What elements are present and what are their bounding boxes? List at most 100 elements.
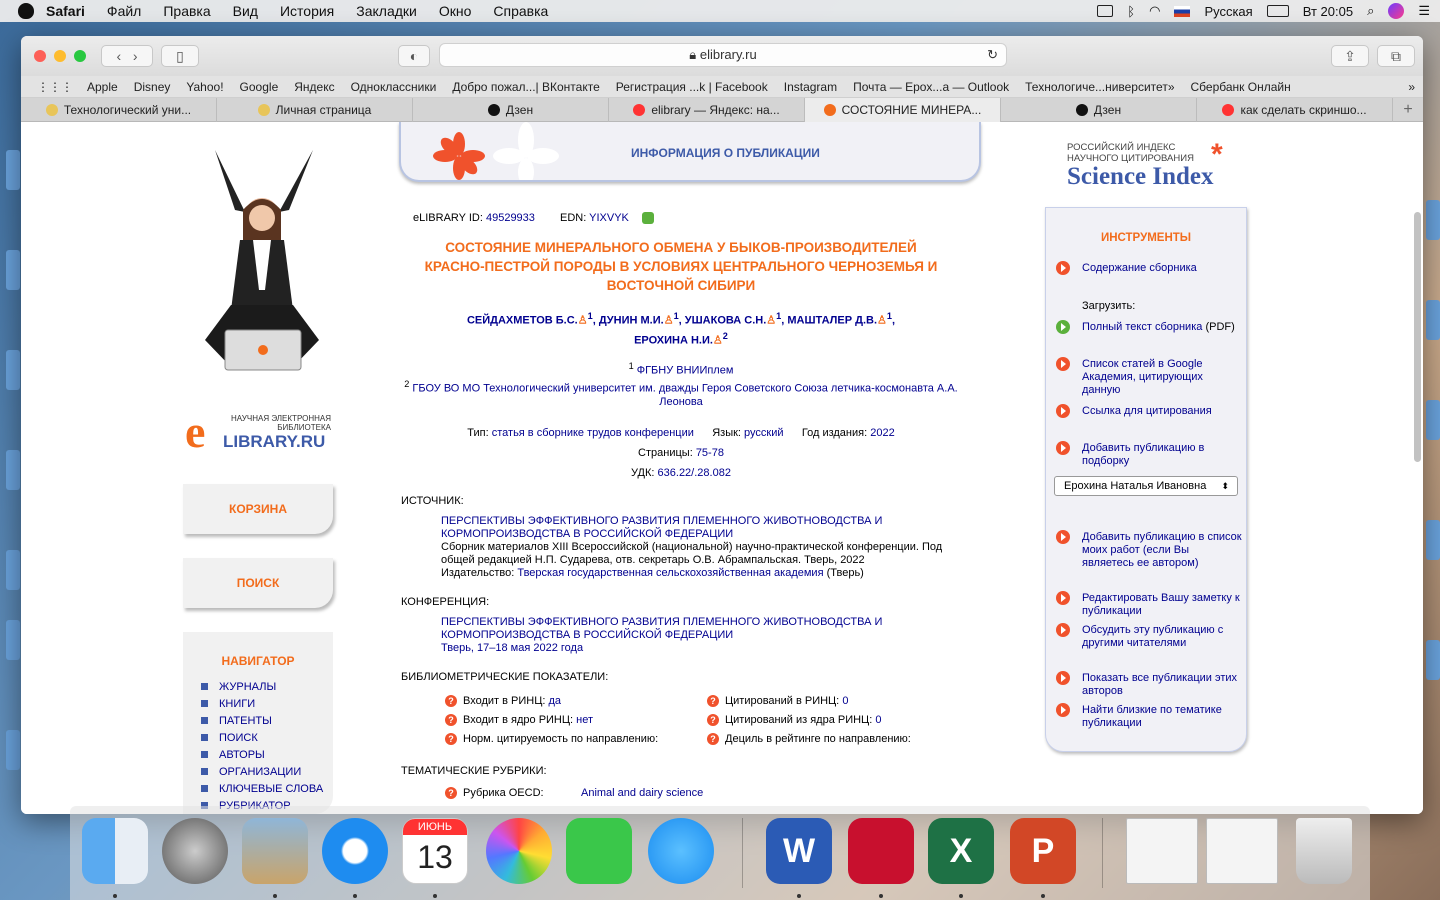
grid-icon[interactable]: ⋮⋮⋮ bbox=[37, 80, 73, 94]
desktop-file-icon[interactable] bbox=[6, 350, 20, 390]
menu-app-name[interactable]: Safari bbox=[46, 3, 85, 19]
bookmark-apple[interactable]: Apple bbox=[87, 80, 118, 94]
airplay-icon[interactable] bbox=[1097, 5, 1114, 17]
preview-eagle-icon[interactable] bbox=[242, 818, 308, 884]
nav-item-authors[interactable]: АВТОРЫ bbox=[201, 746, 333, 763]
desktop-file-icon[interactable] bbox=[6, 450, 20, 490]
battery-icon[interactable] bbox=[1266, 5, 1289, 17]
nav-item-journals[interactable]: ЖУРНАЛЫ bbox=[201, 678, 333, 695]
safari-compass-icon[interactable] bbox=[322, 818, 388, 884]
finder-icon[interactable] bbox=[82, 818, 148, 884]
acrobat-pdf-icon[interactable] bbox=[848, 818, 914, 884]
minimized-document-thumbnail[interactable] bbox=[1206, 818, 1278, 884]
tool-google-scholar[interactable]: Список статей в Google Академия, цитирую… bbox=[1056, 357, 1242, 397]
affiliation-2[interactable]: ГБОУ ВО МО Технологический университет и… bbox=[412, 383, 957, 408]
bookmark-outlook[interactable]: Почта — Epox...а — Outlook bbox=[853, 80, 1009, 94]
menu-history[interactable]: История bbox=[280, 3, 334, 19]
author-dunin[interactable]: ДУНИН М.И. bbox=[599, 315, 664, 327]
share-button[interactable]: ⇪ bbox=[1331, 45, 1369, 67]
desktop-file-icon[interactable] bbox=[1426, 640, 1440, 680]
bookmark-facebook[interactable]: Регистрация ...k | Facebook bbox=[616, 80, 768, 94]
minimized-document-thumbnail[interactable] bbox=[1126, 818, 1198, 884]
tab-university[interactable]: Технологический уни... bbox=[21, 98, 217, 122]
author-ushakova[interactable]: УШАКОВА С.Н. bbox=[685, 315, 767, 327]
bookmark-google[interactable]: Google bbox=[240, 80, 279, 94]
photos-icon[interactable] bbox=[486, 818, 552, 884]
author-erokhina[interactable]: ЕРОХИНА Н.И. bbox=[634, 334, 713, 346]
author-mashtaler[interactable]: МАШТАЛЕР Д.В. bbox=[787, 315, 877, 327]
clock[interactable]: Вт 20:05 bbox=[1303, 4, 1353, 19]
menu-window[interactable]: Окно bbox=[439, 3, 472, 19]
address-text[interactable]: elibrary.ru bbox=[700, 47, 757, 62]
help-icon[interactable]: ? bbox=[445, 694, 457, 707]
tool-citation-link[interactable]: Ссылка для цитирования bbox=[1056, 404, 1242, 418]
messages-icon[interactable] bbox=[648, 818, 714, 884]
tab-elibrary-active[interactable]: СОСТОЯНИЕ МИНЕРА... bbox=[805, 98, 1001, 122]
tab-dzen[interactable]: Дзен bbox=[413, 98, 609, 122]
menu-view[interactable]: Вид bbox=[233, 3, 258, 19]
desktop-file-icon[interactable] bbox=[1426, 400, 1440, 440]
cart-button[interactable]: КОРЗИНА bbox=[183, 484, 333, 534]
bookmark-sberbank[interactable]: Сбербанк Онлайн bbox=[1191, 80, 1291, 94]
tab-personal-page[interactable]: Личная страница bbox=[217, 98, 413, 122]
search-button[interactable]: ПОИСК bbox=[183, 558, 333, 608]
desktop-file-icon[interactable] bbox=[6, 150, 20, 190]
tool-collection-contents[interactable]: Содержание сборника bbox=[1056, 261, 1242, 275]
year-value[interactable]: 2022 bbox=[870, 427, 894, 439]
menu-edit[interactable]: Правка bbox=[163, 3, 210, 19]
type-value[interactable]: статья в сборнике трудов конференции bbox=[492, 427, 694, 439]
tool-full-text-pdf[interactable]: Полный текст сборника (PDF) bbox=[1056, 320, 1242, 334]
desktop-file-icon[interactable] bbox=[1426, 200, 1440, 240]
word-icon[interactable]: W bbox=[766, 818, 832, 884]
bookmark-disney[interactable]: Disney bbox=[134, 80, 171, 94]
nav-item-patents[interactable]: ПАТЕНТЫ bbox=[201, 712, 333, 729]
help-icon[interactable]: ? bbox=[445, 786, 457, 799]
privacy-report-button[interactable]: ◐ bbox=[398, 45, 430, 67]
menu-file[interactable]: Файл bbox=[107, 3, 141, 19]
desktop-file-icon[interactable] bbox=[6, 620, 20, 660]
back-icon[interactable]: ‹ bbox=[116, 48, 121, 64]
back-forward-buttons[interactable]: ‹ › bbox=[101, 45, 153, 67]
excel-icon[interactable]: X bbox=[928, 818, 994, 884]
siri-icon[interactable] bbox=[1388, 3, 1405, 19]
edn-value[interactable]: YIXVYK bbox=[589, 212, 629, 224]
sidebar-toggle-button[interactable]: ▯ bbox=[161, 45, 199, 67]
nav-item-search[interactable]: ПОИСК bbox=[201, 729, 333, 746]
facetime-icon[interactable] bbox=[566, 818, 632, 884]
tab-overview-button[interactable]: ⧉ bbox=[1377, 45, 1415, 67]
desktop-file-icon[interactable] bbox=[6, 250, 20, 290]
reload-icon[interactable]: ↻ bbox=[987, 44, 998, 66]
tab-screenshot-search[interactable]: как сделать скриншо... bbox=[1197, 98, 1393, 122]
tool-all-author-publications[interactable]: Показать все публикации этих авторов bbox=[1056, 671, 1242, 698]
zoom-window-icon[interactable] bbox=[74, 50, 86, 62]
language-value[interactable]: русский bbox=[744, 427, 783, 439]
bookmark-odnoklassniki[interactable]: Одноклассники bbox=[351, 80, 437, 94]
calendar-icon[interactable]: ИЮНЬ 13 bbox=[402, 818, 468, 884]
menu-bookmarks[interactable]: Закладки bbox=[356, 3, 417, 19]
wifi-icon[interactable]: ◠ bbox=[1149, 3, 1160, 19]
desktop-file-icon[interactable] bbox=[6, 730, 20, 770]
affiliation-1[interactable]: ФГБНУ ВНИИплем bbox=[637, 365, 734, 377]
bluetooth-icon[interactable]: ᛒ bbox=[1127, 4, 1135, 19]
desktop-file-icon[interactable] bbox=[1426, 300, 1440, 340]
forward-icon[interactable]: › bbox=[133, 48, 138, 64]
help-icon[interactable]: ? bbox=[445, 713, 457, 726]
source-title-link[interactable]: ПЕРСПЕКТИВЫ ЭФФЕКТИВНОГО РАЗВИТИЯ ПЛЕМЕН… bbox=[441, 515, 882, 540]
menu-help[interactable]: Справка bbox=[493, 3, 548, 19]
tab-dzen-2[interactable]: Дзен bbox=[1001, 98, 1197, 122]
publisher-link[interactable]: Тверская государственная сельскохозяйств… bbox=[517, 567, 823, 579]
minimize-window-icon[interactable] bbox=[54, 50, 66, 62]
help-icon[interactable]: ? bbox=[707, 694, 719, 707]
russian-flag-icon[interactable] bbox=[1174, 5, 1191, 17]
more-bookmarks-icon[interactable]: » bbox=[1408, 80, 1415, 94]
bookmark-university[interactable]: Технологиче...ниверситет» bbox=[1025, 80, 1174, 94]
spotlight-search-icon[interactable]: ⌕ bbox=[1367, 3, 1374, 19]
desktop-file-icon[interactable] bbox=[1426, 520, 1440, 560]
vertical-scrollbar[interactable] bbox=[1414, 212, 1421, 462]
nav-item-books[interactable]: КНИГИ bbox=[201, 695, 333, 712]
desktop-file-icon[interactable] bbox=[6, 550, 20, 590]
tool-similar-publications[interactable]: Найти близкие по тематике публикации bbox=[1056, 703, 1242, 730]
tool-add-to-my-works[interactable]: Добавить публикацию в список моих работ … bbox=[1056, 530, 1242, 570]
powerpoint-icon[interactable]: P bbox=[1010, 818, 1076, 884]
address-bar[interactable]: 🔒︎ elibrary.ru ↻ bbox=[439, 43, 1007, 67]
